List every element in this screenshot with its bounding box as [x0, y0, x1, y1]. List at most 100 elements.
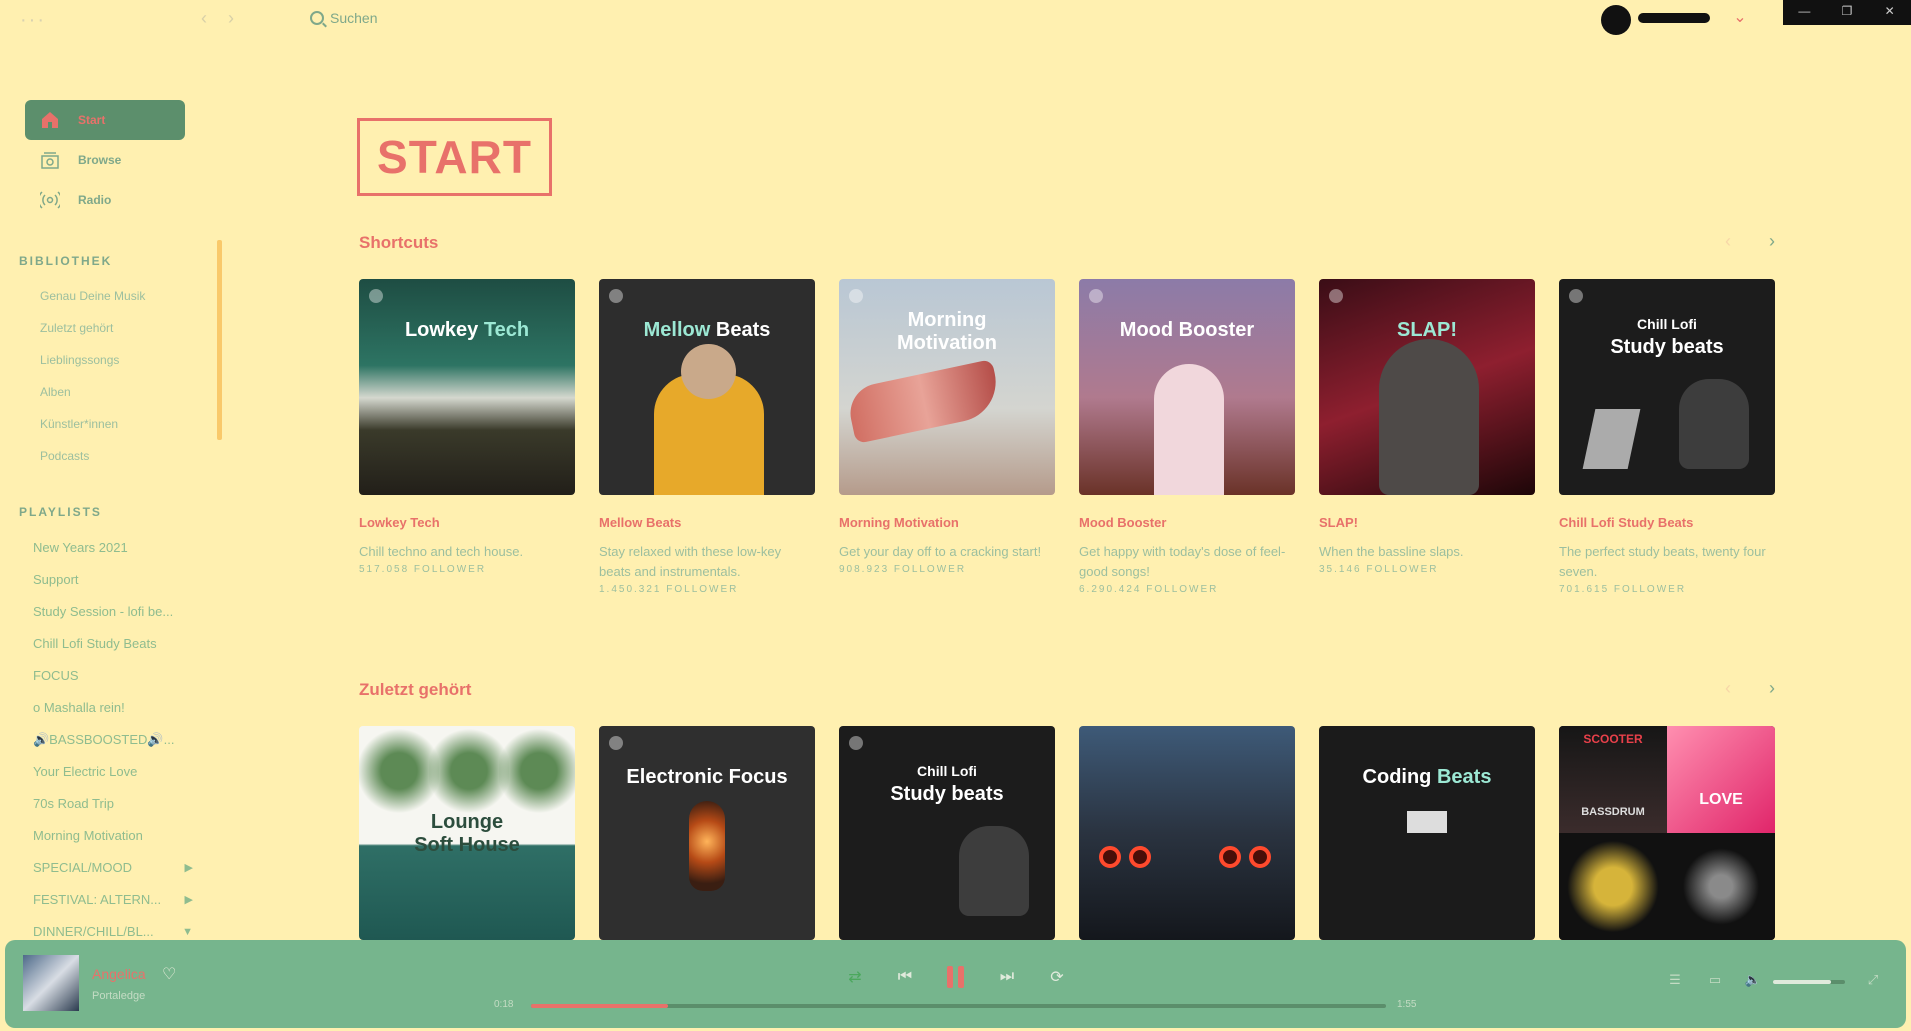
- sidebar-item-radio[interactable]: Radio: [25, 180, 185, 220]
- chevron-left-icon[interactable]: ‹: [1725, 678, 1731, 699]
- shortcut-card-morning-motivation[interactable]: Morning Motivation Morning Motivation Get…: [839, 279, 1055, 575]
- sidebar-item-artists[interactable]: Künstler*innen: [40, 417, 118, 431]
- heart-icon[interactable]: ♡: [162, 964, 176, 984]
- recent-card-electronic-focus[interactable]: Electronic Focus: [599, 726, 815, 940]
- playlist-item[interactable]: Morning Motivation: [33, 828, 193, 843]
- repeat-button[interactable]: ⟳: [1045, 965, 1069, 989]
- recent-title[interactable]: Zuletzt gehört: [359, 680, 471, 700]
- cover-image[interactable]: SLAP!: [1319, 279, 1535, 495]
- browse-icon: [40, 150, 60, 170]
- playlist-item[interactable]: Your Electric Love: [33, 764, 193, 779]
- next-button[interactable]: ⏭: [995, 965, 1019, 989]
- shuffle-button[interactable]: ⇄: [843, 965, 867, 989]
- library-heading: BIBLIOTHEK: [19, 254, 113, 268]
- queue-icon[interactable]: ☰: [1665, 970, 1685, 990]
- playlist-item[interactable]: 🔊BASSBOOSTED🔊...: [33, 732, 193, 748]
- shortcut-card-lowkey-tech[interactable]: Lowkey Tech Lowkey Tech Chill techno and…: [359, 279, 575, 575]
- spotify-logo-icon: [1089, 289, 1103, 303]
- recent-card-coding-beats[interactable]: Coding Beats: [1319, 726, 1535, 940]
- cover-image[interactable]: Mood Booster: [1079, 279, 1295, 495]
- menu-dots-icon[interactable]: ···: [20, 10, 46, 30]
- chevron-right-icon[interactable]: ▶: [185, 861, 193, 874]
- cover-image[interactable]: [1079, 726, 1295, 940]
- cover-image[interactable]: Mellow Beats: [599, 279, 815, 495]
- playlist-folder[interactable]: FESTIVAL: ALTERN... ▶: [33, 892, 193, 907]
- playlist-folder[interactable]: SPECIAL/MOOD ▶: [33, 860, 193, 875]
- chevron-right-icon[interactable]: ›: [1769, 678, 1775, 699]
- playlist-item[interactable]: Support: [33, 572, 193, 587]
- sidebar-item-recently-played[interactable]: Zuletzt gehört: [40, 321, 113, 335]
- sidebar-item-browse[interactable]: Browse: [25, 140, 185, 180]
- shortcuts-title[interactable]: Shortcuts: [359, 233, 438, 253]
- playlist-item[interactable]: FOCUS: [33, 668, 193, 683]
- chevron-left-icon[interactable]: ‹: [1725, 231, 1731, 252]
- cover-image[interactable]: Chill Lofi Study beats: [839, 726, 1055, 940]
- cover-image[interactable]: SCOOTER BASSDRUM LOVE: [1559, 726, 1775, 940]
- shortcut-card-slap[interactable]: SLAP! SLAP! When the bassline slaps. 35.…: [1319, 279, 1535, 575]
- card-followers: 35.146 FOLLOWER: [1319, 564, 1439, 575]
- now-playing-title[interactable]: Angelica: [92, 966, 146, 982]
- shortcut-card-mellow-beats[interactable]: Mellow Beats Mellow Beats Stay relaxed w…: [599, 279, 815, 595]
- playlist-item[interactable]: Chill Lofi Study Beats: [33, 636, 193, 651]
- sidebar-item-albums[interactable]: Alben: [40, 385, 71, 399]
- restore-button[interactable]: ❐: [1826, 0, 1869, 25]
- chevron-down-icon[interactable]: ⌄: [1730, 8, 1750, 28]
- playlist-item[interactable]: New Years 2021: [33, 540, 193, 555]
- sidebar-scrollbar[interactable]: [217, 240, 222, 440]
- cover-image[interactable]: Chill Lofi Study beats: [1559, 279, 1775, 495]
- close-button[interactable]: ✕: [1868, 0, 1911, 25]
- progress-bar[interactable]: [531, 1004, 1386, 1008]
- card-title[interactable]: SLAP!: [1319, 515, 1535, 530]
- pause-button[interactable]: [940, 962, 970, 992]
- card-description: The perfect study beats, twenty four sev…: [1559, 544, 1766, 579]
- volume-icon[interactable]: 🔈: [1743, 970, 1763, 990]
- shortcut-card-mood-booster[interactable]: Mood Booster Mood Booster Get happy with…: [1079, 279, 1295, 595]
- previous-button[interactable]: ⏮: [893, 965, 917, 989]
- avatar[interactable]: [1601, 5, 1631, 35]
- card-title[interactable]: Morning Motivation: [839, 515, 1055, 530]
- cover-image[interactable]: Electronic Focus: [599, 726, 815, 940]
- user-name-redacted[interactable]: [1638, 13, 1710, 23]
- playlist-folder[interactable]: DINNER/CHILL/BL... ▼: [33, 924, 193, 939]
- chevron-right-icon[interactable]: ▶: [185, 893, 193, 906]
- now-playing-cover[interactable]: [23, 955, 79, 1011]
- playlist-label: New Years 2021: [33, 540, 128, 555]
- cover-image[interactable]: Lowkey Tech: [359, 279, 575, 495]
- recent-card-chill-lofi[interactable]: Chill Lofi Study beats: [839, 726, 1055, 940]
- volume-slider[interactable]: [1773, 980, 1845, 984]
- chevron-right-icon[interactable]: ›: [1769, 231, 1775, 252]
- card-description: Get happy with today's dose of feel-good…: [1079, 544, 1286, 579]
- playlists-heading: PLAYLISTS: [19, 505, 102, 519]
- cover-image[interactable]: Morning Motivation: [839, 279, 1055, 495]
- sidebar-item-start[interactable]: Start: [25, 100, 185, 140]
- shortcut-card-chill-lofi[interactable]: Chill Lofi Study beats Chill Lofi Study B…: [1559, 279, 1775, 595]
- cover-title: Chill Lofi Study beats: [890, 763, 1004, 805]
- forward-button[interactable]: ›: [222, 8, 240, 28]
- sidebar-item-podcasts[interactable]: Podcasts: [40, 449, 89, 463]
- sidebar-item-made-for-you[interactable]: Genau Deine Musik: [40, 289, 145, 303]
- devices-icon[interactable]: ▭: [1705, 970, 1725, 990]
- minimize-button[interactable]: —: [1783, 0, 1826, 25]
- cover-image[interactable]: Lounge Soft House: [359, 726, 575, 940]
- card-title[interactable]: Lowkey Tech: [359, 515, 575, 530]
- recent-card-mosaic-playlist[interactable]: SCOOTER BASSDRUM LOVE: [1559, 726, 1775, 940]
- back-button[interactable]: ‹: [195, 8, 213, 28]
- playlist-item[interactable]: o Mashalla rein!: [33, 700, 193, 715]
- card-title[interactable]: Chill Lofi Study Beats: [1559, 515, 1775, 530]
- playlist-label: 70s Road Trip: [33, 796, 114, 811]
- playlist-item[interactable]: Study Session - lofi be...: [33, 604, 193, 619]
- card-title[interactable]: Mood Booster: [1079, 515, 1295, 530]
- cover-image[interactable]: Coding Beats: [1319, 726, 1535, 940]
- fullscreen-icon[interactable]: ⤢: [1863, 970, 1883, 990]
- search-button[interactable]: Suchen: [310, 8, 377, 28]
- now-playing-artist[interactable]: Portaledge: [92, 990, 145, 1002]
- elapsed-time: 0:18: [494, 999, 514, 1010]
- card-followers: 1.450.321 FOLLOWER: [599, 584, 739, 595]
- card-title[interactable]: Mellow Beats: [599, 515, 815, 530]
- sidebar-item-liked-songs[interactable]: Lieblingssongs: [40, 353, 119, 367]
- chevron-down-icon[interactable]: ▼: [182, 926, 193, 938]
- recent-card-night-cars[interactable]: [1079, 726, 1295, 940]
- window-controls: — ❐ ✕: [1783, 0, 1911, 25]
- playlist-item[interactable]: 70s Road Trip: [33, 796, 193, 811]
- recent-card-lounge[interactable]: Lounge Soft House: [359, 726, 575, 940]
